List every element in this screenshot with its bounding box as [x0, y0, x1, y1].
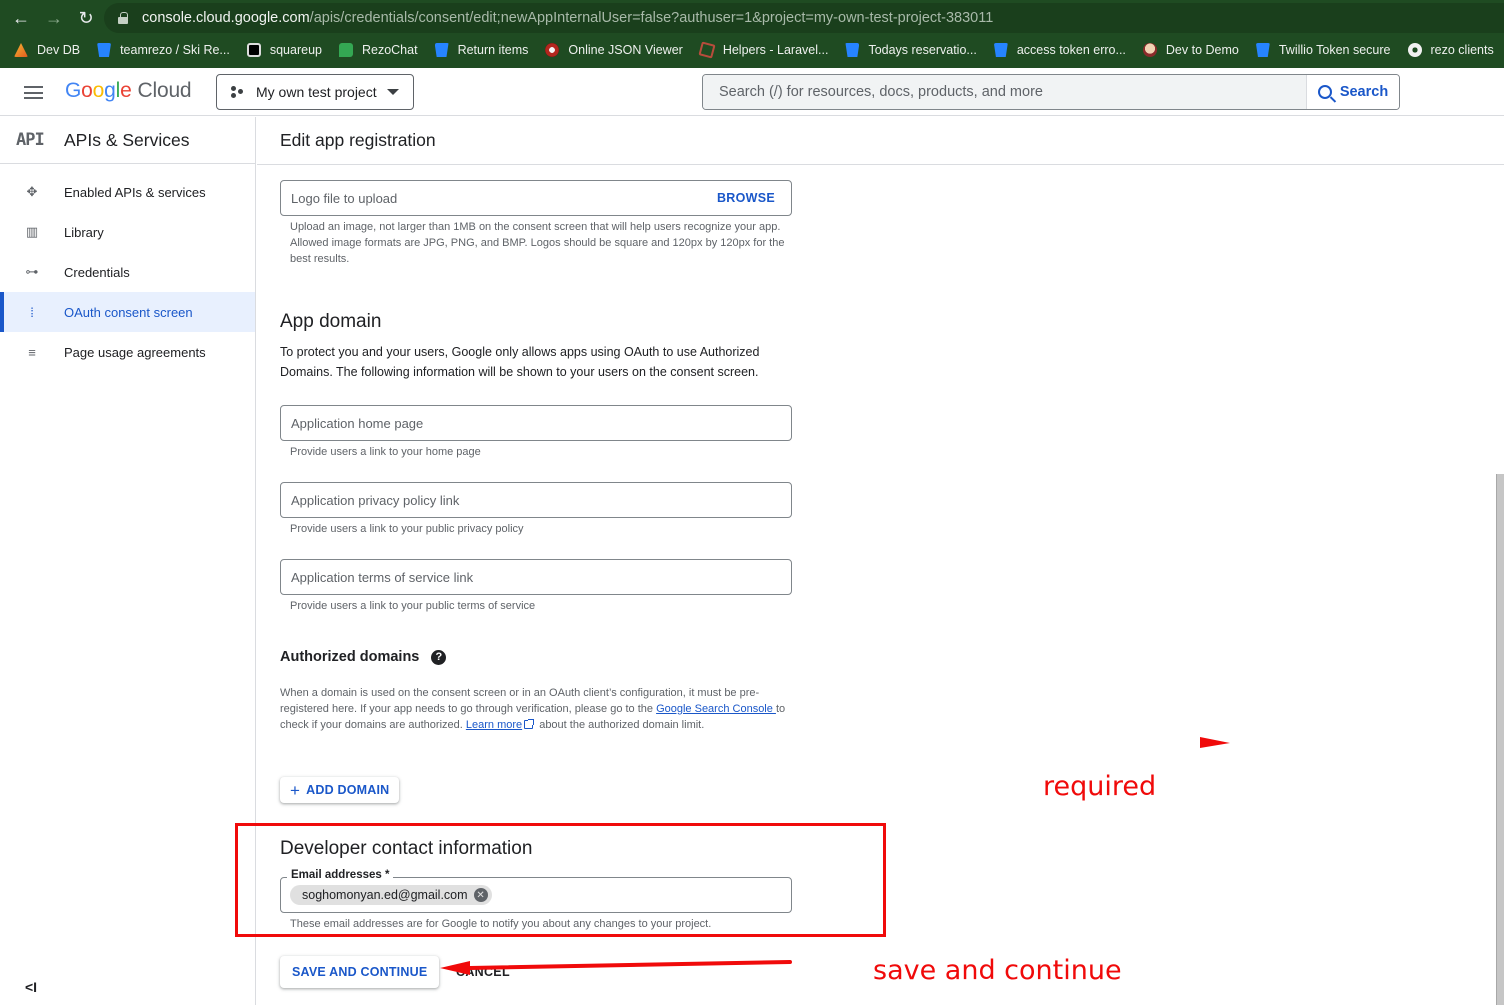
key-icon: ⊶ [25, 264, 39, 279]
bookmark-dev-to-demo[interactable]: Dev to Demo [1142, 43, 1239, 57]
bitbucket-icon [97, 43, 112, 57]
bitbucket-icon [1255, 43, 1270, 57]
collapse-nav-icon[interactable]: <I [25, 979, 37, 995]
sidebar-item-oauth-consent[interactable]: ⁞ OAuth consent screen [0, 292, 255, 332]
app-domain-description: To protect you and your users, Google on… [280, 345, 760, 379]
enabled-apis-icon: ✥ [26, 184, 38, 199]
terms-of-service-field[interactable] [280, 559, 792, 595]
email-addresses-field[interactable]: Email addresses * soghomonyan.ed@gmail.c… [280, 869, 792, 913]
bookmark-teamrezo[interactable]: teamrezo / Ski Re... [97, 43, 230, 57]
logo-upload-field[interactable]: BROWSE [280, 180, 792, 216]
reload-icon[interactable]: ↻ [75, 7, 97, 29]
project-icon [231, 86, 245, 98]
annotation-save-and-continue: save and continue [873, 955, 1122, 986]
side-nav-title[interactable]: APIs & Services [64, 130, 189, 151]
menu-icon[interactable] [24, 86, 43, 99]
side-nav: API APIs & Services ✥ Enabled APIs & ser… [0, 117, 256, 1005]
cancel-button[interactable]: CANCEL [456, 965, 510, 979]
logo-upload-input[interactable] [291, 190, 717, 206]
bookmark-access-token-error[interactable]: access token erro... [993, 43, 1126, 57]
square-icon [246, 43, 261, 57]
plus-icon: + [290, 780, 301, 800]
bookmark-laravel-helpers[interactable]: Helpers - Laravel... [698, 41, 828, 59]
page-title: Edit app registration [280, 130, 436, 150]
annotation-required: required [1043, 771, 1157, 802]
bookmark-json-viewer[interactable]: Online JSON Viewer [545, 43, 683, 57]
api-icon: API [16, 130, 45, 150]
authorized-domains-heading: Authorized domains ? [280, 649, 447, 665]
project-name: My own test project [256, 84, 377, 100]
app-domain-heading: App domain [280, 311, 382, 332]
browser-chrome: ← → ↻ console.cloud.google.com/apis/cred… [0, 0, 1504, 68]
scrollbar-thumb[interactable] [1496, 474, 1504, 1005]
bitbucket-icon [434, 43, 449, 57]
email-chip: soghomonyan.ed@gmail.com ✕ [290, 885, 492, 905]
url-path: /apis/credentials/consent/edit;newAppInt… [309, 10, 994, 26]
forward-icon[interactable]: → [43, 7, 65, 29]
external-link-icon [524, 719, 535, 729]
bookmark-return-items[interactable]: Return items [434, 43, 528, 57]
bitbucket-icon [845, 43, 860, 57]
bookmark-dev-db[interactable]: Dev DB [14, 43, 80, 57]
search-icon [1317, 85, 1332, 99]
help-icon[interactable]: ? [431, 649, 447, 665]
address-bar[interactable]: console.cloud.google.com/apis/credential… [104, 3, 1504, 33]
sidebar-item-enabled-apis[interactable]: ✥ Enabled APIs & services [0, 172, 255, 212]
search-input[interactable] [703, 75, 1306, 109]
bookmark-rezo-clients[interactable]: rezo clients [1407, 43, 1494, 57]
sidebar-item-page-usage[interactable]: ≡ Page usage agreements [0, 332, 255, 372]
privacy-policy-field[interactable] [280, 482, 792, 518]
email-addresses-label: Email addresses * [287, 869, 394, 881]
library-icon: ▥ [25, 224, 39, 239]
google-search-console-link[interactable]: Google Search Console [656, 703, 776, 715]
privacy-policy-input[interactable] [291, 492, 791, 508]
page-settings-icon: ≡ [28, 344, 36, 360]
authorized-domains-description: When a domain is used on the consent scr… [280, 687, 786, 731]
google-cloud-logo[interactable]: Google Cloud [65, 79, 192, 103]
email-hint: These email addresses are for Google to … [290, 918, 712, 930]
json-viewer-icon [545, 43, 560, 57]
browse-button[interactable]: BROWSE [717, 191, 775, 205]
remove-email-icon[interactable]: ✕ [473, 888, 488, 902]
page-header: Edit app registration [257, 117, 1504, 165]
back-icon[interactable]: ← [10, 7, 32, 29]
caret-down-icon [386, 89, 399, 95]
laravel-icon [698, 41, 716, 59]
terms-of-service-hint: Provide users a link to your public term… [290, 600, 536, 612]
project-picker[interactable]: My own test project [216, 74, 414, 110]
learn-more-link[interactable]: Learn more [466, 719, 522, 731]
save-and-continue-button[interactable]: SAVE AND CONTINUE [280, 956, 440, 988]
logo-hint: Upload an image, not larger than 1MB on … [290, 221, 785, 265]
developer-contact-heading: Developer contact information [280, 838, 533, 859]
bookmark-rezochat[interactable]: RezoChat [338, 43, 418, 57]
side-nav-header: API APIs & Services [0, 117, 255, 164]
bookmark-squareup[interactable]: squareup [246, 43, 322, 57]
bitbucket-icon [993, 43, 1008, 57]
bookmarks-bar: Dev DB teamrezo / Ski Re... squareup Rez… [0, 36, 1504, 64]
privacy-policy-hint: Provide users a link to your public priv… [290, 523, 524, 535]
consent-icon: ⁞ [30, 304, 34, 320]
add-domain-button[interactable]: + ADD DOMAIN [280, 777, 400, 803]
annotation-arrow-line [468, 960, 792, 970]
bookmark-todays-reservations[interactable]: Todays reservatio... [845, 43, 977, 57]
terms-of-service-input[interactable] [291, 569, 791, 585]
home-page-field[interactable] [280, 405, 792, 441]
bookmark-twillio-token[interactable]: Twillio Token secure [1255, 43, 1391, 57]
jenkins-icon [1142, 43, 1157, 57]
sidebar-item-library[interactable]: ▥ Library [0, 212, 255, 252]
search-button[interactable]: Search [1306, 75, 1399, 109]
search-bar: Search [702, 74, 1400, 110]
globe-icon [1407, 43, 1422, 57]
home-page-hint: Provide users a link to your home page [290, 446, 481, 458]
sidebar-item-credentials[interactable]: ⊶ Credentials [0, 252, 255, 292]
chat-icon [338, 43, 353, 57]
lock-icon [118, 12, 128, 24]
annotation-arrowhead-right [1200, 737, 1230, 748]
home-page-input[interactable] [291, 415, 791, 431]
devdb-icon [14, 43, 28, 57]
url-host: console.cloud.google.com [142, 10, 310, 26]
console-header: Google Cloud My own test project Search [0, 68, 1504, 116]
